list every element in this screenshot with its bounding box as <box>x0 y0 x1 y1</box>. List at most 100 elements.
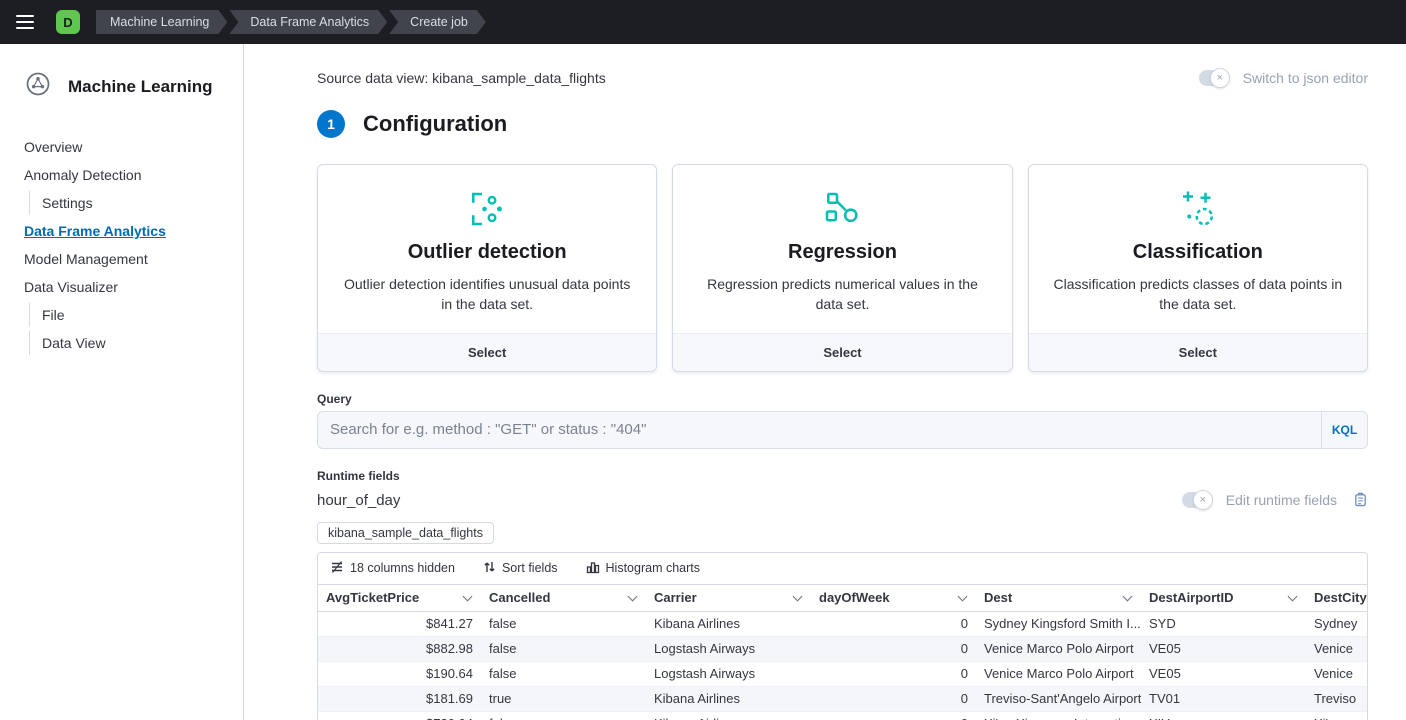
sidebar-item-settings[interactable]: Settings <box>29 191 219 215</box>
column-header-carrier[interactable]: Carrier <box>646 585 811 611</box>
grid-cell[interactable]: $730.04 <box>318 712 481 720</box>
grid-cell[interactable]: Logstash Airways <box>646 637 811 661</box>
sort-icon <box>483 560 496 577</box>
grid-cell[interactable]: Treviso <box>1306 687 1368 711</box>
card-regression[interactable]: Regression Regression predicts numerical… <box>672 164 1012 372</box>
sidebar-item-model-management[interactable]: Model Management <box>24 247 219 271</box>
grid-cell[interactable]: Xi'an <box>1306 712 1368 720</box>
histogram-charts-label: Histogram charts <box>606 561 700 575</box>
grid-cell[interactable]: Logstash Airways <box>646 662 811 686</box>
grid-cell[interactable]: false <box>481 637 646 661</box>
query-bar: KQL <box>317 411 1368 449</box>
sidebar-item-data-visualizer[interactable]: Data Visualizer <box>24 275 219 299</box>
chevron-down-icon[interactable] <box>958 591 968 601</box>
grid-cell[interactable]: Venice <box>1306 662 1368 686</box>
toggle-off-icon: × <box>1193 490 1213 510</box>
table-row: $841.27 false Kibana Airlines 0 Sydney K… <box>318 612 1367 637</box>
sidebar-item-anomaly-detection[interactable]: Anomaly Detection <box>24 163 219 187</box>
sidebar-item-data-view[interactable]: Data View <box>29 331 219 355</box>
grid-cell[interactable]: VE05 <box>1141 662 1306 686</box>
column-header-destairportid[interactable]: DestAirportID <box>1141 585 1306 611</box>
runtime-fields-label: Runtime fields <box>317 469 1368 483</box>
hamburger-menu-icon[interactable] <box>16 15 36 29</box>
page-title: Configuration <box>363 111 507 137</box>
grid-cell[interactable]: Treviso-Sant'Angelo Airport <box>976 687 1141 711</box>
columns-hidden-button[interactable]: 18 columns hidden <box>330 560 455 577</box>
grid-cell[interactable]: SYD <box>1141 612 1306 636</box>
column-header-cancelled[interactable]: Cancelled <box>481 585 646 611</box>
grid-cell[interactable]: 0 <box>811 712 976 720</box>
card-title: Regression <box>693 241 991 264</box>
grid-cell[interactable]: true <box>481 687 646 711</box>
chevron-down-icon[interactable] <box>463 591 473 601</box>
grid-body: $841.27 false Kibana Airlines 0 Sydney K… <box>318 612 1367 720</box>
sidebar-nav: Overview Anomaly Detection Settings Data… <box>0 135 243 359</box>
hidden-columns-icon <box>330 560 344 577</box>
grid-cell[interactable]: XIY <box>1141 712 1306 720</box>
grid-cell[interactable]: Kibana Airlines <box>646 612 811 636</box>
chevron-down-icon[interactable] <box>628 591 638 601</box>
sort-fields-button[interactable]: Sort fields <box>483 560 558 577</box>
grid-cell[interactable]: 0 <box>811 637 976 661</box>
grid-cell[interactable]: VE05 <box>1141 637 1306 661</box>
table-row: $181.69 true Kibana Airlines 0 Treviso-S… <box>318 687 1367 712</box>
grid-cell[interactable]: false <box>481 662 646 686</box>
grid-cell[interactable]: 0 <box>811 612 976 636</box>
grid-cell[interactable]: false <box>481 712 646 720</box>
select-regression-button[interactable]: Select <box>673 333 1011 371</box>
column-header-destcityname[interactable]: DestCityN <box>1306 585 1368 611</box>
json-editor-toggle-label: Switch to json editor <box>1243 70 1368 86</box>
copy-icon[interactable] <box>1353 491 1368 510</box>
grid-cell[interactable]: Venice Marco Polo Airport <box>976 662 1141 686</box>
card-title: Classification <box>1049 241 1347 264</box>
grid-cell[interactable]: Kibana Airlines <box>646 687 811 711</box>
histogram-charts-button[interactable]: Histogram charts <box>586 560 700 577</box>
grid-cell[interactable]: Sydney <box>1306 612 1368 636</box>
grid-cell[interactable]: $190.64 <box>318 662 481 686</box>
card-classification[interactable]: Classification Classification predicts c… <box>1028 164 1368 372</box>
grid-cell[interactable]: $841.27 <box>318 612 481 636</box>
table-row: $190.64 false Logstash Airways 0 Venice … <box>318 662 1367 687</box>
sidebar: Machine Learning Overview Anomaly Detect… <box>0 44 244 720</box>
histogram-icon <box>586 560 600 577</box>
grid-cell[interactable]: Sydney Kingsford Smith I... <box>976 612 1141 636</box>
select-outlier-detection-button[interactable]: Select <box>318 333 656 371</box>
breadcrumb-data-frame-analytics[interactable]: Data Frame Analytics <box>229 10 387 34</box>
toggle-off-icon: × <box>1210 68 1230 88</box>
ml-logo-icon <box>24 70 52 103</box>
sidebar-item-overview[interactable]: Overview <box>24 135 219 159</box>
column-header-avgticketprice[interactable]: AvgTicketPrice <box>318 585 481 611</box>
breadcrumb-create-job[interactable]: Create job <box>389 10 486 34</box>
space-avatar[interactable]: D <box>56 10 80 34</box>
grid-cell[interactable]: false <box>481 612 646 636</box>
query-input[interactable] <box>318 412 1321 448</box>
index-badge: kibana_sample_data_flights <box>317 522 494 544</box>
chevron-down-icon[interactable] <box>1123 591 1133 601</box>
select-classification-button[interactable]: Select <box>1029 333 1367 371</box>
sidebar-item-file[interactable]: File <box>29 303 219 327</box>
kql-language-button[interactable]: KQL <box>1321 412 1367 448</box>
column-header-dest[interactable]: Dest <box>976 585 1141 611</box>
grid-cell[interactable]: $181.69 <box>318 687 481 711</box>
data-grid: 18 columns hidden Sort fields <box>317 552 1368 720</box>
column-header-dayofweek[interactable]: dayOfWeek <box>811 585 976 611</box>
grid-cell[interactable]: Xi'an Xianyang Internatio... <box>976 712 1141 720</box>
edit-runtime-fields-toggle[interactable]: × <box>1182 492 1210 508</box>
card-outlier-detection[interactable]: Outlier detection Outlier detection iden… <box>317 164 657 372</box>
grid-cell[interactable]: Kibana Airlines <box>646 712 811 720</box>
source-data-view-label: Source data view: kibana_sample_data_fli… <box>317 70 606 86</box>
grid-cell[interactable]: $882.98 <box>318 637 481 661</box>
grid-cell[interactable]: Venice <box>1306 637 1368 661</box>
sidebar-title: Machine Learning <box>68 77 213 97</box>
card-title: Outlier detection <box>338 241 636 264</box>
grid-cell[interactable]: 0 <box>811 687 976 711</box>
chevron-down-icon[interactable] <box>1288 591 1298 601</box>
grid-cell[interactable]: Venice Marco Polo Airport <box>976 637 1141 661</box>
json-editor-toggle[interactable]: × <box>1199 70 1227 86</box>
sidebar-item-data-frame-analytics[interactable]: Data Frame Analytics <box>24 219 219 243</box>
top-navigation-bar: D Machine Learning Data Frame Analytics … <box>0 0 1406 44</box>
grid-cell[interactable]: TV01 <box>1141 687 1306 711</box>
grid-cell[interactable]: 0 <box>811 662 976 686</box>
chevron-down-icon[interactable] <box>793 591 803 601</box>
breadcrumb-machine-learning[interactable]: Machine Learning <box>96 10 227 34</box>
